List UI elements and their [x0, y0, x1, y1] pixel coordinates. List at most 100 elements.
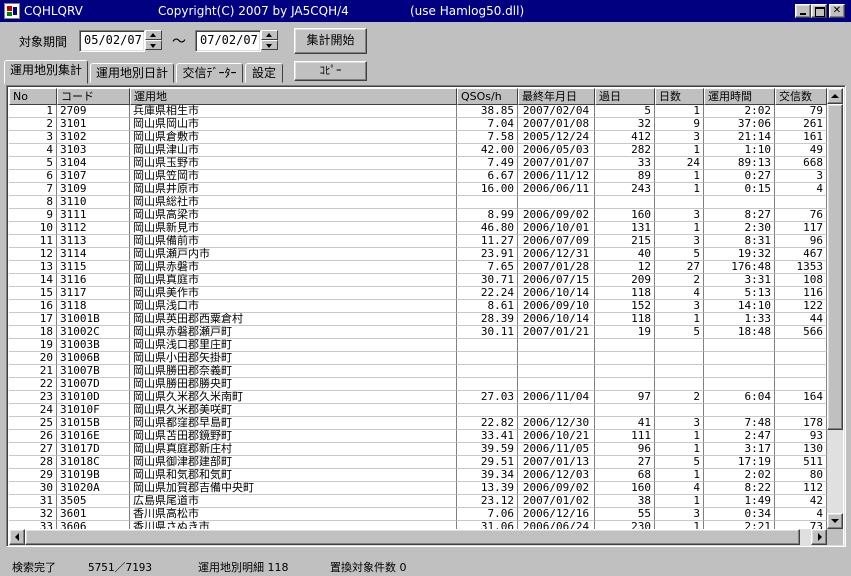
- table-row[interactable]: 30 31020A 岡山県加賀郡吉備中央町 13.39 2006/09/02 160 4 8:…: [9, 482, 827, 495]
- table-row[interactable]: 32 3601 香川県高松市 7.06 2006/12/16 55 3 0:34 4: [9, 508, 827, 521]
- table-row[interactable]: 8 3110 岡山県総社市: [9, 196, 827, 209]
- title-bar[interactable]: CQHLQRV Copyright(C) 2007 by JA5CQH/4 (u…: [0, 0, 851, 22]
- table-row[interactable]: 16 3118 岡山県浅口市 8.61 2006/09/10 152 3 14:10 122: [9, 300, 827, 313]
- table-row[interactable]: 28 31018C 岡山県御津郡建部町 29.51 2007/01/13 27 5 17:19…: [9, 456, 827, 469]
- cell-qso-count: [775, 352, 827, 365]
- copy-button[interactable]: ｺﾋﾟｰ: [294, 61, 367, 81]
- table-row[interactable]: 4 3103 岡山県津山市 42.00 2006/05/03 282 1 1:10 49: [9, 144, 827, 157]
- table-row[interactable]: 5 3104 岡山県玉野市 7.49 2007/01/07 33 24 89:13 668: [9, 157, 827, 170]
- table-row[interactable]: 6 3107 岡山県笠岡市 6.67 2006/11/12 89 1 0:27 3: [9, 170, 827, 183]
- cell-no: 30: [9, 482, 57, 495]
- cell-qso-rate: 16.00: [457, 183, 518, 196]
- table-row[interactable]: 15 3117 岡山県美作市 22.24 2006/10/14 118 4 5:13 116: [9, 287, 827, 300]
- table-row[interactable]: 3 3102 岡山県倉敷市 7.58 2005/12/24 412 3 21:14 161: [9, 131, 827, 144]
- vertical-scroll-thumb[interactable]: [827, 104, 843, 430]
- start-aggregation-button[interactable]: 集計開始: [294, 28, 367, 54]
- cell-no: 23: [9, 391, 57, 404]
- table-row[interactable]: 31 3505 広島県尾道市 23.12 2007/01/02 38 1 1:49 42: [9, 495, 827, 508]
- cell-qso-count: 44: [775, 313, 827, 326]
- cell-location: 香川県さぬき市: [130, 521, 457, 529]
- table-row[interactable]: 11 3113 岡山県備前市 11.27 2006/07/09 215 3 8:31 96: [9, 235, 827, 248]
- cell-op-time: [704, 196, 775, 209]
- tab-qso-data[interactable]: 交信ﾃﾞｰﾀｰ: [176, 63, 243, 83]
- cell-day-count: [655, 365, 704, 378]
- cell-qso-count: 96: [775, 235, 827, 248]
- scroll-up-button[interactable]: [827, 88, 843, 104]
- table-body[interactable]: 1 2709 兵庫県相生市 38.85 2007/02/04 5 1 2:02 79 2 3101 岡…: [9, 105, 827, 529]
- table-row[interactable]: 1 2709 兵庫県相生市 38.85 2007/02/04 5 1 2:02 79: [9, 105, 827, 118]
- table-row[interactable]: 27 31017D 岡山県真庭郡新庄村 39.59 2006/11/05 96 1 3:17 1…: [9, 443, 827, 456]
- date-from-field[interactable]: 05/02/07: [79, 30, 145, 52]
- header-col-qso-rate[interactable]: QSOs/h: [457, 88, 518, 105]
- table-row[interactable]: 24 31010F 岡山県久米郡美咲町: [9, 404, 827, 417]
- summary-table[interactable]: No コード 運用地 QSOs/h 最終年月日 過日 日数 運用時間 交信数 1 2709 兵庫県相…: [6, 85, 846, 547]
- cell-qso-rate: 33.41: [457, 430, 518, 443]
- header-col-no[interactable]: No: [9, 88, 57, 105]
- header-col-qso-count[interactable]: 交信数: [775, 88, 827, 105]
- tab-location-daily[interactable]: 運用地別日計: [90, 63, 174, 83]
- cell-days-ago: 215: [595, 235, 655, 248]
- spin-down-icon[interactable]: [261, 40, 278, 50]
- cell-qso-rate: 29.51: [457, 456, 518, 469]
- cell-qso-count: 42: [775, 495, 827, 508]
- vertical-scrollbar[interactable]: [827, 88, 843, 529]
- cell-location: 岡山県真庭郡新庄村: [130, 443, 457, 456]
- cell-qso-rate: 8.99: [457, 209, 518, 222]
- table-row[interactable]: 9 3111 岡山県高梁市 8.99 2006/09/02 160 3 8:27 76: [9, 209, 827, 222]
- horizontal-scrollbar[interactable]: [9, 529, 827, 545]
- table-row[interactable]: 10 3112 岡山県新見市 46.80 2006/10/01 131 1 2:30 117: [9, 222, 827, 235]
- minimize-button[interactable]: [795, 4, 811, 18]
- scroll-left-button[interactable]: [9, 529, 25, 545]
- cell-qso-count: 80: [775, 469, 827, 482]
- app-icon[interactable]: [4, 3, 20, 19]
- cell-qso-count: 49: [775, 144, 827, 157]
- table-row[interactable]: 7 3109 岡山県井原市 16.00 2006/06/11 243 1 0:15 4: [9, 183, 827, 196]
- header-col-days-ago[interactable]: 過日: [595, 88, 655, 105]
- cell-last-date: 2005/12/24: [518, 131, 595, 144]
- header-col-code[interactable]: コード: [57, 88, 130, 105]
- tab-location-summary[interactable]: 運用地別集計: [4, 60, 88, 84]
- table-row[interactable]: 25 31015B 岡山県都窪郡早島町 22.82 2006/12/30 41 3 7:48 1…: [9, 417, 827, 430]
- cell-no: 1: [9, 105, 57, 118]
- header-col-op-time[interactable]: 運用時間: [704, 88, 775, 105]
- table-row[interactable]: 26 31016E 岡山県苫田郡鏡野町 33.41 2006/10/21 111 1 2:47…: [9, 430, 827, 443]
- spin-up-icon[interactable]: [261, 30, 278, 40]
- cell-code: 3505: [57, 495, 130, 508]
- table-row[interactable]: 20 31006B 岡山県小田郡矢掛町: [9, 352, 827, 365]
- tab-settings[interactable]: 設定: [245, 63, 283, 83]
- spin-down-icon[interactable]: [145, 40, 162, 50]
- cell-day-count: 27: [655, 261, 704, 274]
- maximize-button[interactable]: [811, 4, 827, 18]
- cell-days-ago: 89: [595, 170, 655, 183]
- header-col-last-date[interactable]: 最終年月日: [518, 88, 595, 105]
- scroll-right-button[interactable]: [811, 529, 827, 545]
- cell-op-time: [704, 365, 775, 378]
- table-row[interactable]: 12 3114 岡山県瀬戸内市 23.91 2006/12/31 40 5 19:32 467: [9, 248, 827, 261]
- table-row[interactable]: 33 3606 香川県さぬき市 31.06 2006/06/24 230 1 2:21 73: [9, 521, 827, 529]
- table-row[interactable]: 23 31010D 岡山県久米郡久米南町 27.03 2006/11/04 97 2 6:04…: [9, 391, 827, 404]
- table-row[interactable]: 22 31007D 岡山県勝田郡勝央町: [9, 378, 827, 391]
- table-row[interactable]: 18 31002C 岡山県赤磐郡瀬戸町 30.11 2007/01/21 19 5 18:48…: [9, 326, 827, 339]
- scroll-down-button[interactable]: [827, 513, 843, 529]
- horizontal-scroll-thumb[interactable]: [25, 529, 800, 545]
- table-row[interactable]: 2 3101 岡山県岡山市 7.04 2007/01/08 32 9 37:06 261: [9, 118, 827, 131]
- table-row[interactable]: 19 31003B 岡山県浅口郡里庄町: [9, 339, 827, 352]
- table-row[interactable]: 14 3116 岡山県真庭市 30.71 2006/07/15 209 2 3:31 108: [9, 274, 827, 287]
- cell-code: 31015B: [57, 417, 130, 430]
- spin-up-icon[interactable]: [145, 30, 162, 40]
- cell-code: 31001B: [57, 313, 130, 326]
- date-to-spinner[interactable]: [261, 30, 278, 52]
- table-row[interactable]: 13 3115 岡山県赤磐市 7.65 2007/01/28 12 27 176:48 1353: [9, 261, 827, 274]
- close-button[interactable]: ✕: [829, 4, 845, 18]
- table-row[interactable]: 21 31007B 岡山県勝田郡奈義町: [9, 365, 827, 378]
- header-col-day-count[interactable]: 日数: [655, 88, 704, 105]
- header-col-location[interactable]: 運用地: [130, 88, 457, 105]
- cell-op-time: 5:13: [704, 287, 775, 300]
- cell-day-count: 5: [655, 248, 704, 261]
- cell-qso-count: 4: [775, 508, 827, 521]
- table-row[interactable]: 29 31019B 岡山県和気郡和気町 39.34 2006/12/03 68 1 2:02 8…: [9, 469, 827, 482]
- date-to-field[interactable]: 07/02/07: [195, 30, 261, 52]
- date-from-spinner[interactable]: [145, 30, 162, 52]
- cell-qso-rate: 28.39: [457, 313, 518, 326]
- table-row[interactable]: 17 31001B 岡山県英田郡西粟倉村 28.39 2006/10/14 118 1 1:3…: [9, 313, 827, 326]
